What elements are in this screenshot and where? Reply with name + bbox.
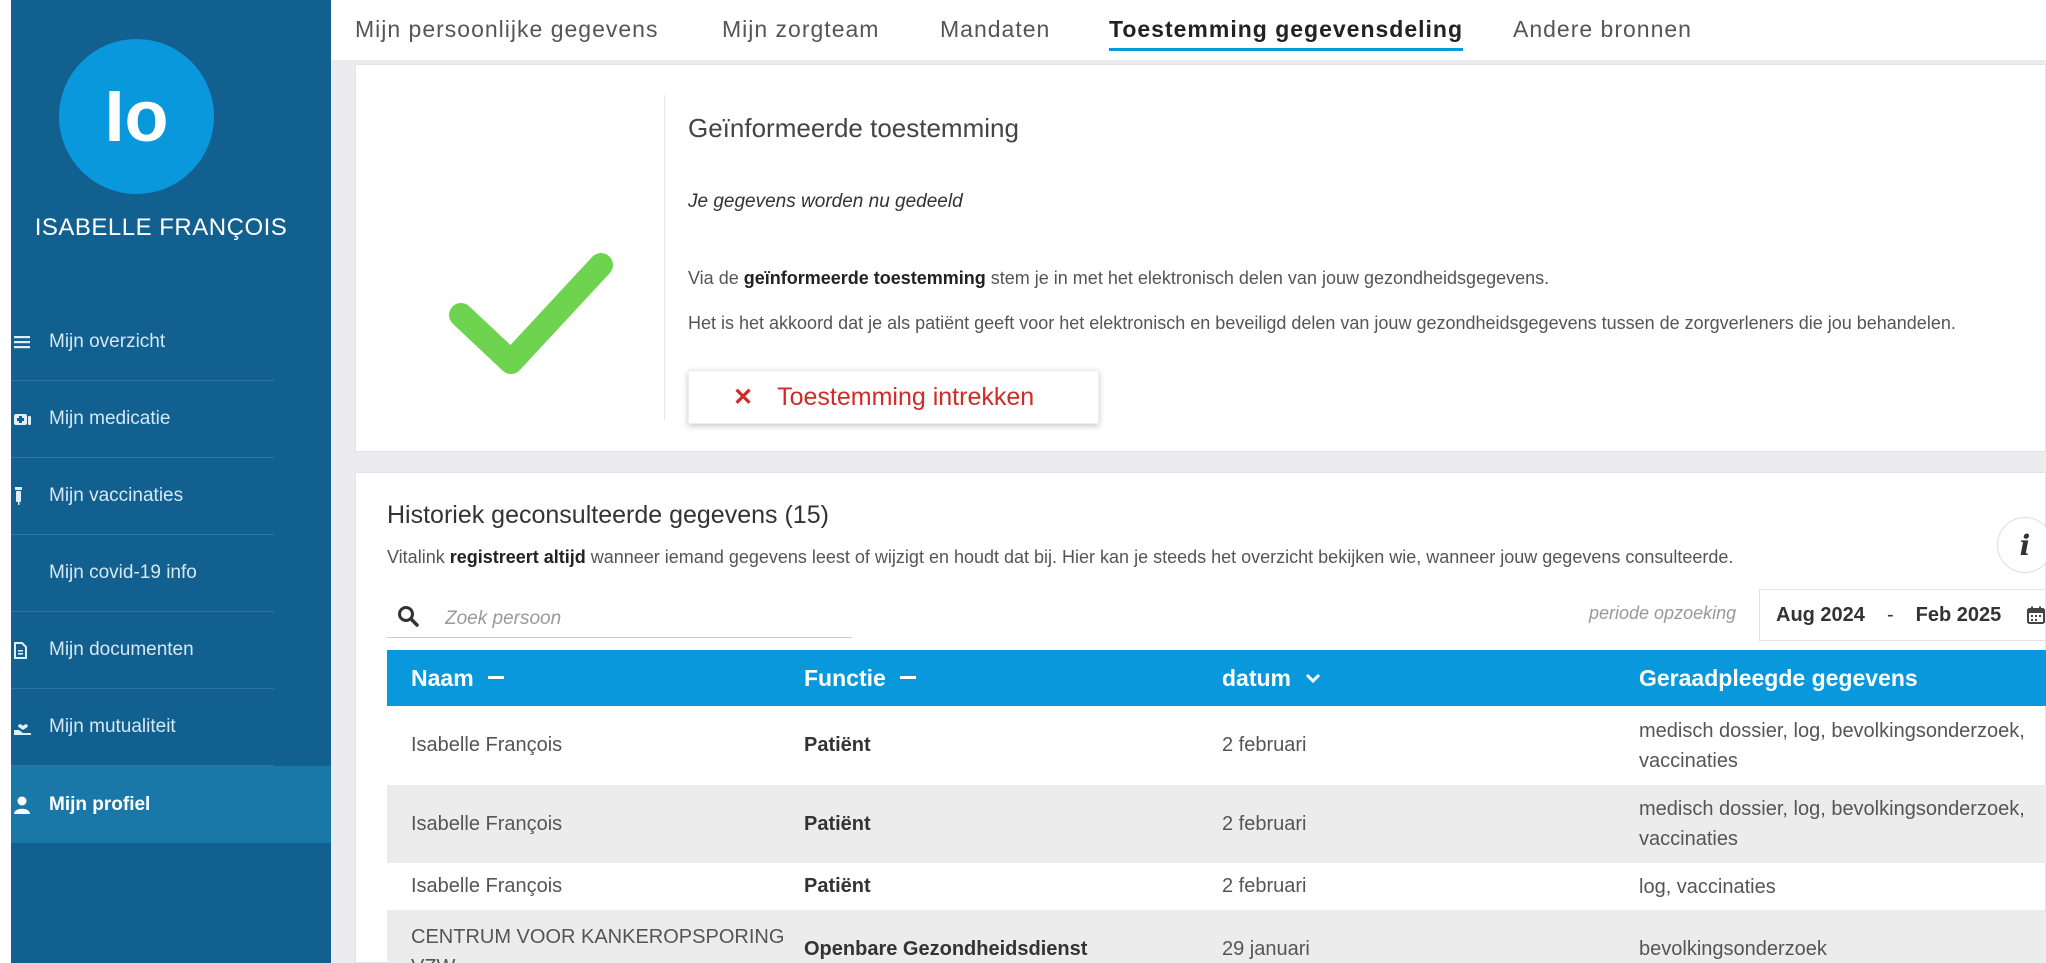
- column-header-naam[interactable]: Naam: [411, 650, 504, 706]
- search-input[interactable]: [445, 607, 825, 630]
- sidebar-item-label: Mijn vaccinaties: [49, 485, 184, 506]
- checkmark-icon: [449, 253, 613, 374]
- info-icon: i: [2019, 528, 2031, 562]
- tab-mandaten[interactable]: Mandaten: [940, 16, 1050, 43]
- sidebar-item-mutualiteit[interactable]: Mijn mutualiteit: [11, 689, 274, 766]
- cell-function: Patiënt: [804, 875, 871, 897]
- cell-consulted-data: log, vaccinaties: [1639, 875, 1776, 898]
- medication-icon: [11, 411, 49, 427]
- history-card: Historiek geconsulteerde gegevens (15) V…: [355, 472, 2046, 963]
- sidebar-item-label: Mijn documenten: [49, 639, 194, 660]
- column-header-functie[interactable]: Functie: [804, 650, 916, 706]
- vertical-divider: [664, 95, 665, 420]
- minus-icon: [899, 676, 916, 680]
- consent-status: Je gegevens worden nu gedeeld: [688, 191, 963, 212]
- cell-function: Openbare Gezondheidsdienst: [804, 937, 1088, 960]
- history-table-body: Isabelle François Patiënt 2 februari med…: [387, 706, 2046, 963]
- cell-consulted-data: medisch dossier, log, bevolkingsonderzoe…: [1639, 798, 2025, 850]
- tab-persoonlijke-gegevens[interactable]: Mijn persoonlijke gegevens: [355, 16, 658, 43]
- left-edge-strip: [0, 0, 11, 963]
- table-row: CENTRUM VOOR KANKEROPSPORING VZW Openbar…: [387, 910, 2046, 963]
- table-row: Isabelle François Patiënt 2 februari med…: [387, 706, 2046, 785]
- period-picker[interactable]: Aug 2024 - Feb 2025: [1759, 589, 2046, 641]
- list-icon: [11, 335, 49, 349]
- consent-card: Geïnformeerde toestemming Je gegevens wo…: [355, 64, 2046, 452]
- period-to: Feb 2025: [1915, 603, 2002, 626]
- consent-title: Geïnformeerde toestemming: [688, 113, 1019, 143]
- column-header-geraadpleegde-gegevens: Geraadpleegde gegevens: [1639, 664, 1918, 691]
- cell-date: 29 januari: [1222, 937, 1310, 960]
- history-count: (15): [784, 501, 829, 529]
- sidebar-item-label: Mijn overzicht: [49, 331, 166, 352]
- sidebar-nav: Mijn overzicht Mijn medicatie Mijn vacci…: [11, 304, 331, 843]
- info-button[interactable]: i: [1997, 517, 2046, 573]
- sidebar-item-label: Mijn covid-19 info: [49, 562, 197, 583]
- search-person: [387, 600, 852, 638]
- tab-toestemming-gegevensdeling[interactable]: Toestemming gegevensdeling: [1109, 16, 1464, 51]
- sidebar-item-label: Mijn mutualiteit: [49, 716, 176, 737]
- table-header: Naam Functie datum Geraadpleegde gegeven…: [387, 650, 2046, 706]
- tab-zorgteam[interactable]: Mijn zorgteam: [722, 16, 879, 43]
- sidebar: Io ISABELLE FRANÇOIS Mijn overzicht Mijn…: [0, 0, 331, 963]
- consent-paragraph-1: Via de geïnformeerde toestemming stem je…: [688, 268, 1550, 288]
- tab-andere-bronnen[interactable]: Andere bronnen: [1513, 16, 1692, 43]
- close-icon: ✕: [733, 383, 754, 411]
- sidebar-item-label: Mijn medicatie: [49, 408, 171, 429]
- sidebar-item-label: Mijn profiel: [49, 793, 151, 815]
- cell-function: Patiënt: [804, 812, 871, 835]
- cell-consulted-data: medisch dossier, log, bevolkingsonderzoe…: [1639, 719, 2025, 772]
- revoke-label: Toestemming intrekken: [777, 382, 1035, 411]
- sidebar-item-medicatie[interactable]: Mijn medicatie: [11, 381, 274, 458]
- search-icon: [387, 605, 445, 632]
- cell-name: CENTRUM VOOR KANKEROPSPORING VZW: [411, 926, 785, 963]
- user-name: ISABELLE FRANÇOIS: [34, 214, 288, 241]
- period-label: periode opzoeking: [1589, 603, 1737, 623]
- cell-consulted-data: bevolkingsonderzoek: [1639, 938, 1827, 960]
- sidebar-item-vaccinaties[interactable]: Mijn vaccinaties: [11, 458, 274, 535]
- cell-name: Isabelle François: [411, 875, 563, 897]
- document-icon: [11, 641, 49, 659]
- period-from: Aug 2024: [1776, 603, 1865, 626]
- sidebar-item-covid[interactable]: Mijn covid-19 info: [11, 535, 274, 612]
- user-icon: [11, 796, 49, 814]
- column-header-datum[interactable]: datum: [1222, 650, 1321, 706]
- sidebar-item-documenten[interactable]: Mijn documenten: [11, 612, 274, 689]
- cell-date: 2 februari: [1222, 734, 1307, 756]
- chevron-down-icon: [1305, 673, 1321, 683]
- main-content: Mijn persoonlijke gegevens Mijn zorgteam…: [331, 0, 2046, 963]
- sidebar-item-profiel[interactable]: Mijn profiel: [11, 766, 331, 843]
- table-row: Isabelle François Patiënt 2 februari log…: [387, 863, 2046, 910]
- cell-name: Isabelle François: [411, 734, 563, 756]
- hand-heart-icon: [11, 719, 49, 735]
- period-separator: -: [1886, 603, 1894, 626]
- cell-date: 2 februari: [1222, 875, 1307, 897]
- profile-tabs: Mijn persoonlijke gegevens Mijn zorgteam…: [331, 0, 2046, 60]
- cell-date: 2 februari: [1222, 812, 1307, 835]
- sidebar-item-overzicht[interactable]: Mijn overzicht: [11, 304, 274, 381]
- calendar-icon: [2027, 606, 2046, 624]
- table-row: Isabelle François Patiënt 2 februari med…: [387, 785, 2046, 863]
- consent-paragraph-2: Het is het akkoord dat je als patiënt ge…: [688, 313, 1956, 333]
- vaccine-icon: [11, 487, 49, 505]
- minus-icon: [487, 676, 504, 680]
- revoke-consent-button[interactable]: ✕ Toestemming intrekken: [688, 370, 1099, 424]
- cell-function: Patiënt: [804, 734, 871, 756]
- history-description: Vitalink registreert altijd wanneer iema…: [387, 547, 1734, 567]
- history-title: Historiek geconsulteerde gegevens (15): [387, 501, 829, 529]
- avatar: Io: [59, 39, 214, 194]
- cell-name: Isabelle François: [411, 812, 563, 835]
